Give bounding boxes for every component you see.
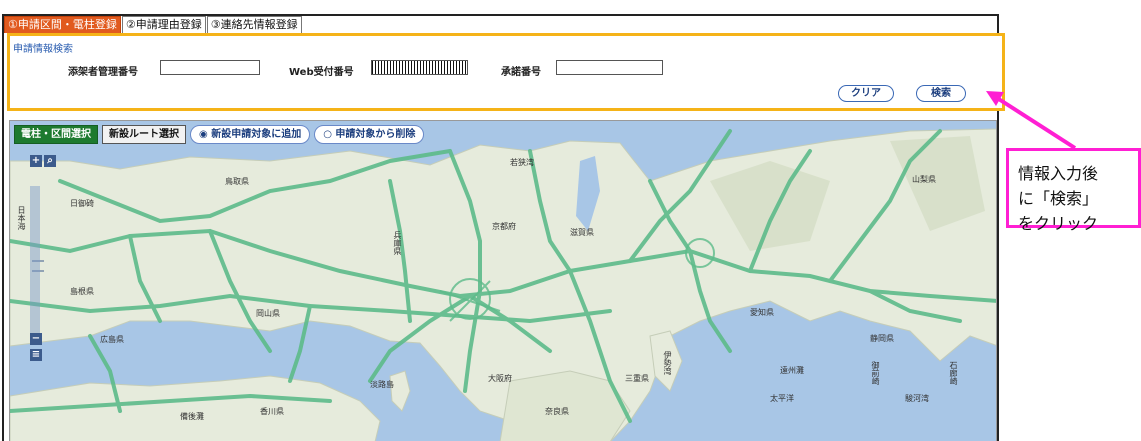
place-label: 日御碕 <box>70 199 94 208</box>
panel-title: 申請情報検索 <box>13 44 73 55</box>
place-label: 鳥取県 <box>225 177 249 186</box>
place-label: 太平洋 <box>770 394 794 403</box>
place-label: 石廊崎 <box>949 361 958 385</box>
new-route-select-button[interactable]: 新設ルート選択 <box>102 125 186 144</box>
place-label: 香川県 <box>260 407 284 416</box>
callout-arrow <box>992 94 1077 150</box>
callout-text: に「検索」 <box>1018 189 1099 208</box>
zoom-out-icon[interactable]: − <box>30 333 42 345</box>
search-icon[interactable]: ⌕ <box>44 155 56 167</box>
place-label: 滋賀県 <box>570 228 594 237</box>
place-label: 備後灘 <box>180 412 204 421</box>
zoom-in-icon[interactable]: + <box>30 155 42 167</box>
place-label: 若狭湾 <box>510 158 534 167</box>
manager-number-label: 添架者管理番号 <box>68 67 138 78</box>
place-label: 伊勢湾 <box>663 351 672 375</box>
search-button[interactable]: 検索 <box>916 85 966 102</box>
pole-section-select-button[interactable]: 電柱・区間選択 <box>14 125 98 144</box>
add-target-radio[interactable]: ◉ 新設申請対象に追加 <box>190 125 311 144</box>
callout-box: 情報入力後 に「検索」 をクリック <box>1006 148 1141 233</box>
web-number-label: Web受付番号 <box>289 67 354 78</box>
manager-number-input[interactable] <box>160 60 260 75</box>
place-label: 三重県 <box>625 374 649 383</box>
tab-section-pole[interactable]: ①申請区間・電柱登録 <box>4 16 121 33</box>
approval-number-label: 承諾番号 <box>501 67 541 78</box>
place-label: 岡山県 <box>256 309 280 318</box>
tab-reason[interactable]: ②申請理由登録 <box>121 16 206 33</box>
land-awaji <box>389 370 411 412</box>
callout-text: をクリック <box>1018 214 1099 233</box>
search-panel: 申請情報検索 添架者管理番号 Web受付番号 承諾番号 クリア 検索 <box>7 33 1005 111</box>
layers-icon[interactable]: ≡ <box>30 349 42 361</box>
approval-number-input[interactable] <box>556 60 663 75</box>
place-label: 愛知県 <box>750 308 774 317</box>
place-label: 兵庫県 <box>393 231 402 255</box>
place-label: 淡路島 <box>370 380 394 389</box>
place-label: 山梨県 <box>912 175 936 184</box>
place-label: 奈良県 <box>545 407 569 416</box>
place-label: 日本海 <box>17 206 26 230</box>
place-label: 京都府 <box>492 222 516 231</box>
clear-button[interactable]: クリア <box>838 85 894 102</box>
remove-target-radio[interactable]: ○ 申請対象から削除 <box>314 125 425 144</box>
place-label: 遠州灘 <box>780 366 804 375</box>
map-view[interactable]: 電柱・区間選択 新設ルート選択 ◉ 新設申請対象に追加 ○ 申請対象から削除 +… <box>9 120 997 441</box>
place-label: 広島県 <box>100 335 124 344</box>
place-label: 御前崎 <box>871 361 880 385</box>
map-toolbar: 電柱・区間選択 新設ルート選択 ◉ 新設申請対象に追加 ○ 申請対象から削除 <box>14 125 425 144</box>
place-label: 島根県 <box>70 287 94 296</box>
tab-contact[interactable]: ③連絡先情報登録 <box>206 16 302 33</box>
map-canvas <box>10 128 996 441</box>
place-label: 駿河湾 <box>905 394 929 403</box>
tab-bar: ①申請区間・電柱登録 ②申請理由登録 ③連絡先情報登録 <box>4 16 303 33</box>
place-label: 大阪府 <box>488 374 512 383</box>
web-number-input[interactable] <box>371 60 468 75</box>
callout-text: 情報入力後 <box>1018 164 1099 183</box>
place-label: 静岡県 <box>870 334 894 343</box>
zoom-slider[interactable] <box>30 186 40 336</box>
